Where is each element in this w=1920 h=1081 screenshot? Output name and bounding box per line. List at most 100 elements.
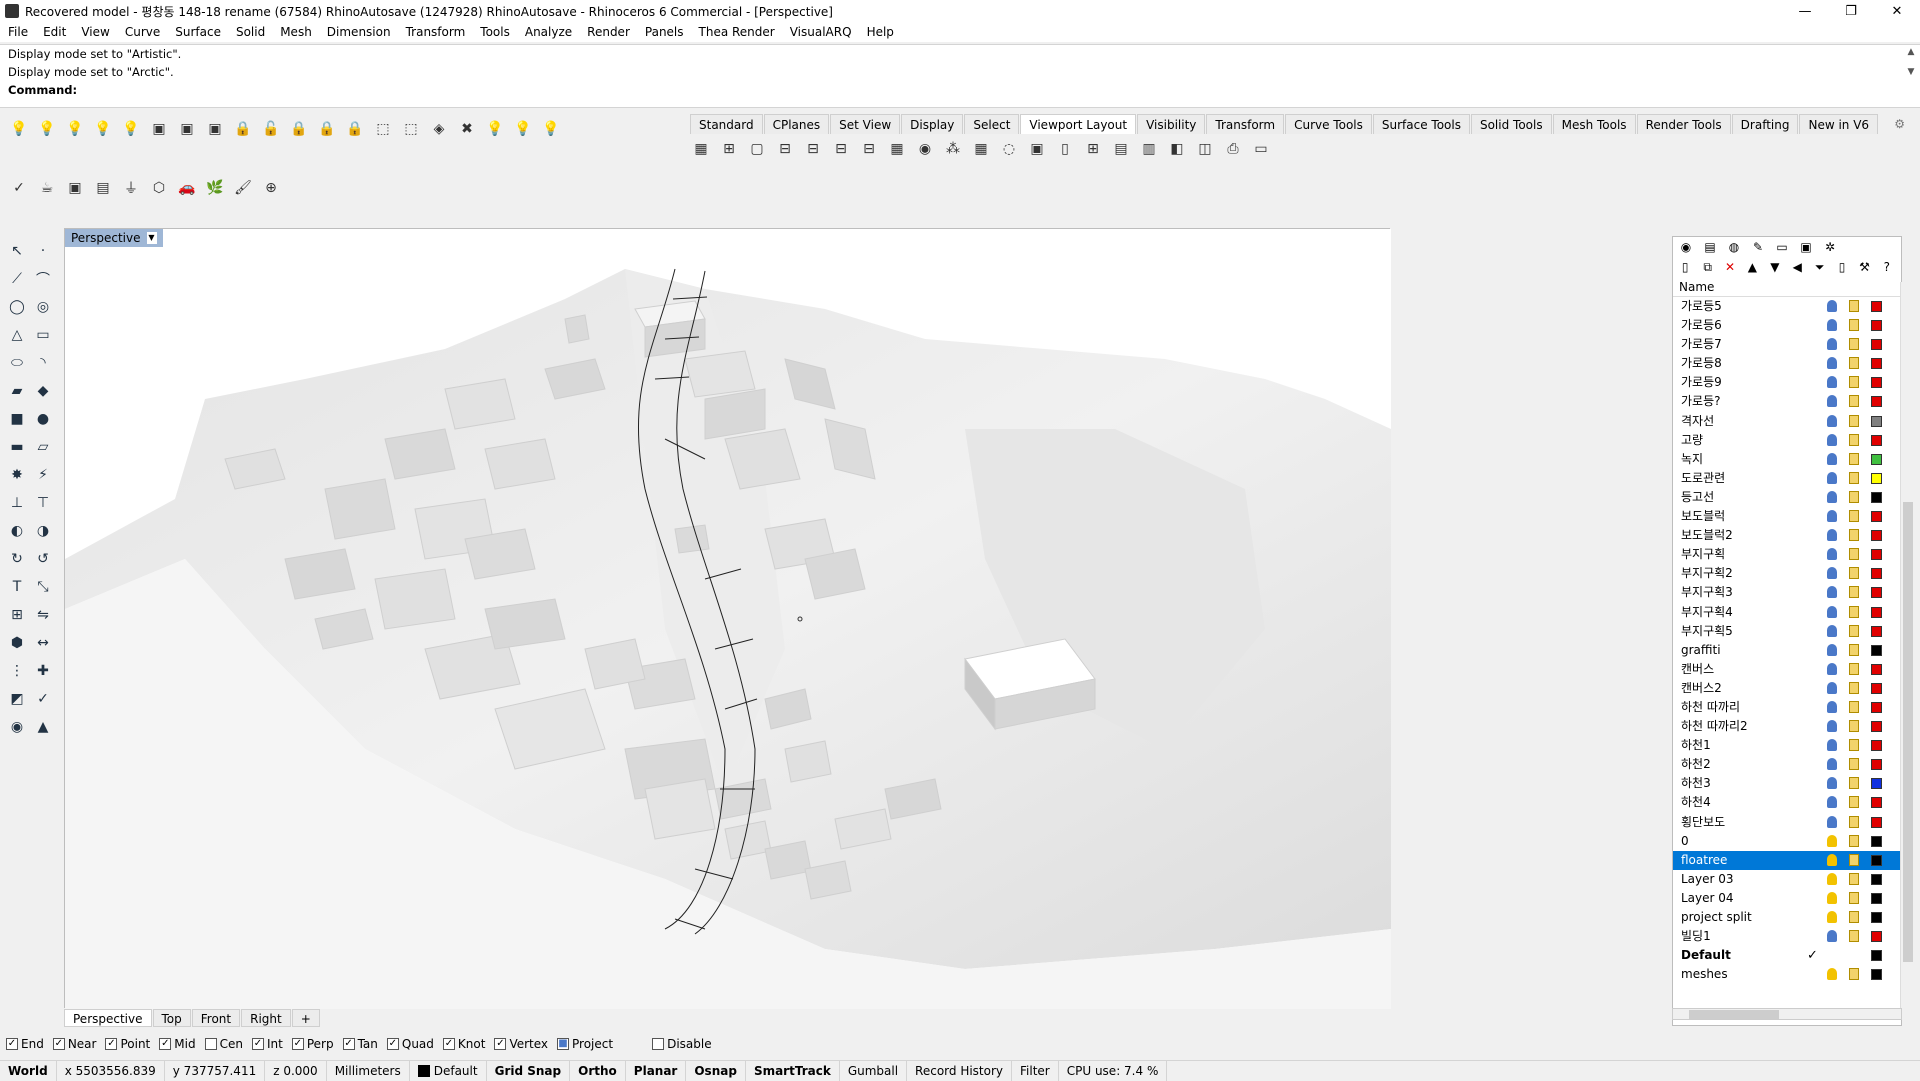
menu-item-file[interactable]: File [8, 25, 28, 39]
lock-icon[interactable] [1849, 471, 1859, 484]
viewport-split-icon[interactable]: ⊟ [830, 138, 852, 160]
layer-row[interactable]: 하천4 [1673, 793, 1901, 812]
viewport-max-icon[interactable]: ▢ [746, 138, 768, 160]
light-bulb-icon[interactable]: 💡 [484, 118, 506, 140]
viewport-4-icon[interactable]: ⊞ [718, 138, 740, 160]
table-icon[interactable]: ▤ [1110, 138, 1132, 160]
menu-item-transform[interactable]: Transform [406, 25, 466, 39]
target-icon[interactable]: ⊕ [260, 177, 282, 199]
libraries-icon[interactable]: ▭ [1773, 238, 1791, 256]
menu-item-thea-render[interactable]: Thea Render [699, 25, 775, 39]
page-icon[interactable]: ▭ [1250, 138, 1272, 160]
toolbar-tab-visibility[interactable]: Visibility [1137, 114, 1206, 134]
layer-color-swatch[interactable] [1871, 892, 1882, 904]
layer-row[interactable]: Layer 04 [1673, 889, 1901, 908]
layer-row[interactable]: 하천2 [1673, 755, 1901, 774]
layer-row[interactable]: 빌딩1 [1673, 927, 1901, 946]
lock-icon[interactable] [1849, 300, 1859, 312]
layers-header[interactable]: Name [1673, 277, 1901, 297]
plant-icon[interactable]: 🌿 [204, 177, 226, 199]
lock-icon[interactable] [1849, 319, 1859, 332]
light-bulb-icon[interactable] [1827, 395, 1837, 408]
scrollbar-thumb[interactable] [1689, 1010, 1779, 1019]
viewport-tab-perspective[interactable]: Perspective [64, 1009, 152, 1027]
osnap-end[interactable]: ✓ End [6, 1037, 44, 1051]
checkbox[interactable]: ✓ [251, 1038, 264, 1050]
ellipse-icon[interactable]: ⬭ [4, 350, 30, 376]
checkbox[interactable]: ✓ [386, 1038, 399, 1050]
layer-row[interactable]: 캔버스 [1673, 660, 1901, 679]
block-icon[interactable]: ⬢ [4, 630, 30, 656]
layer-row[interactable]: graffiti [1673, 641, 1901, 660]
lock-icon[interactable] [1849, 796, 1859, 809]
layer-color-swatch[interactable] [1871, 854, 1882, 866]
osnap-disable[interactable]: Disable [652, 1037, 712, 1051]
light-bulb-icon[interactable] [1827, 490, 1837, 503]
layer-row[interactable]: project split [1673, 908, 1901, 927]
grid-icon[interactable]: ▦ [886, 138, 908, 160]
box-icon[interactable]: ■ [4, 406, 30, 432]
viewport-tab-add[interactable]: + [291, 1009, 320, 1027]
layer-color-swatch[interactable] [1871, 759, 1882, 771]
curve-icon[interactable]: ⌒ [30, 266, 56, 292]
settings-icon[interactable]: ✲ [1821, 238, 1839, 256]
layer-row[interactable]: 하천1 [1673, 736, 1901, 755]
light-bulb-icon[interactable] [1827, 720, 1837, 733]
light-bulb-icon[interactable] [1827, 853, 1837, 866]
lock-icon[interactable] [1849, 567, 1859, 580]
scrollbar-thumb[interactable] [1903, 502, 1913, 962]
osnap-mid[interactable]: ✓ Mid [159, 1037, 196, 1051]
toggle-record-history[interactable]: Record History [907, 1060, 1013, 1081]
viewport-single-icon[interactable]: ▦ [690, 138, 712, 160]
layout-icon[interactable]: ◧ [1166, 138, 1188, 160]
light-bulb-icon[interactable] [1827, 872, 1837, 885]
funnel-icon[interactable]: ⏚ [120, 177, 142, 199]
lock-icon[interactable] [1849, 395, 1859, 408]
layer-color-swatch[interactable] [1871, 301, 1882, 312]
light-bulb-icon[interactable]: 💡 [540, 118, 562, 140]
properties-icon[interactable]: ◉ [1677, 238, 1695, 256]
mirror-icon[interactable]: ⇋ [30, 602, 56, 628]
light-bulb-icon[interactable] [1827, 834, 1837, 847]
toolbar-tab-display[interactable]: Display [901, 114, 964, 134]
layer-row[interactable]: 횡단보도 [1673, 813, 1901, 832]
toggle-grid-snap[interactable]: Grid Snap [487, 1060, 571, 1081]
layer-color-swatch[interactable] [1871, 396, 1882, 408]
layer-row[interactable]: 부지구획3 [1673, 583, 1901, 602]
lock-icon[interactable] [1849, 758, 1859, 771]
command-scrollbar[interactable]: ▲ ▼ [1904, 47, 1918, 107]
toolbar-tab-standard[interactable]: Standard [690, 114, 763, 134]
toolbar-tab-surface-tools[interactable]: Surface Tools [1372, 114, 1470, 134]
osnap-quad[interactable]: ✓ Quad [386, 1037, 434, 1051]
brush-icon[interactable]: 🖌 [232, 177, 254, 199]
isolate-icon[interactable]: ◈ [428, 118, 450, 140]
perspective-viewport[interactable]: Perspective ▼ [64, 228, 1391, 1009]
check-icon[interactable]: ✓ [30, 686, 56, 712]
layer-color-swatch[interactable] [1871, 912, 1882, 923]
group-icon[interactable]: ⊞ [4, 602, 30, 628]
light-bulb-icon[interactable] [1827, 968, 1837, 981]
layer-color-swatch[interactable] [1871, 873, 1882, 885]
layer-color-swatch[interactable] [1871, 701, 1882, 713]
cup-icon[interactable]: ☕ [36, 177, 58, 199]
toolbar-tab-render-tools[interactable]: Render Tools [1636, 114, 1731, 134]
triangle-icon[interactable]: △ [4, 322, 30, 348]
layer-color-swatch[interactable] [1871, 797, 1882, 809]
box-icon[interactable]: ▣ [64, 177, 86, 199]
boolean-icon[interactable]: ◑ [30, 518, 56, 544]
toolbar-tab-transform[interactable]: Transform [1206, 114, 1285, 134]
lock-icon[interactable] [1849, 853, 1859, 866]
light-bulb-icon[interactable] [1827, 529, 1837, 542]
layer-color-swatch[interactable] [1871, 339, 1882, 351]
circle-icon[interactable]: ◯ [4, 294, 30, 320]
layer-row[interactable]: Default ✓ [1673, 946, 1901, 965]
tools-icon[interactable]: ⚒ [1856, 258, 1872, 276]
menu-item-surface[interactable]: Surface [175, 25, 221, 39]
osnap-vertex[interactable]: ✓ Vertex [494, 1037, 548, 1051]
array-icon[interactable]: ⋮ [4, 658, 30, 684]
layer-color-swatch[interactable] [1871, 931, 1882, 943]
select-icon[interactable]: ⬚ [372, 118, 394, 140]
viewport-title[interactable]: Perspective ▼ [65, 229, 163, 247]
checkbox[interactable] [652, 1038, 665, 1050]
lock-icon[interactable] [1849, 911, 1859, 923]
